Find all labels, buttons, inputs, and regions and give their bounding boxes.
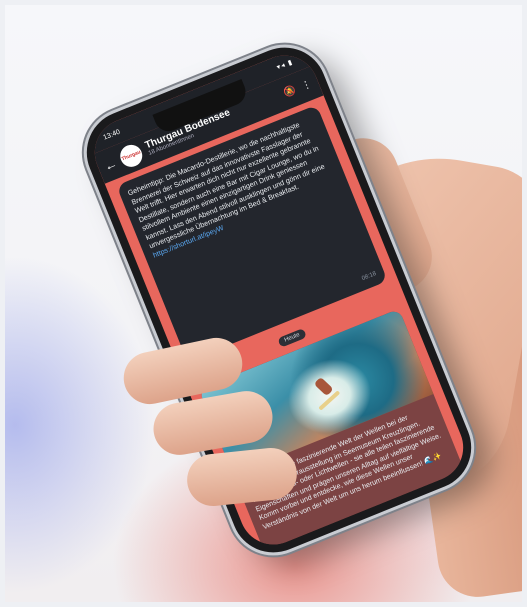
status-icons: ▾◂ ▮: [275, 58, 295, 72]
bell-muted-icon[interactable]: 🔕: [282, 84, 298, 99]
channel-avatar[interactable]: Thurgau: [116, 141, 146, 171]
photo-frame: 13:40 ▾◂ ▮ ← Thurgau Thurgau Bodensee 18…: [5, 5, 522, 602]
day-separator: Heute: [277, 327, 307, 348]
surfer-figure: [313, 376, 334, 397]
back-arrow-icon[interactable]: ←: [102, 155, 120, 174]
avatar-text: Thurgau: [120, 149, 142, 163]
message-time: 08:18: [361, 270, 378, 283]
status-time: 13:40: [102, 128, 122, 142]
more-vert-icon[interactable]: ⋮: [299, 78, 314, 93]
